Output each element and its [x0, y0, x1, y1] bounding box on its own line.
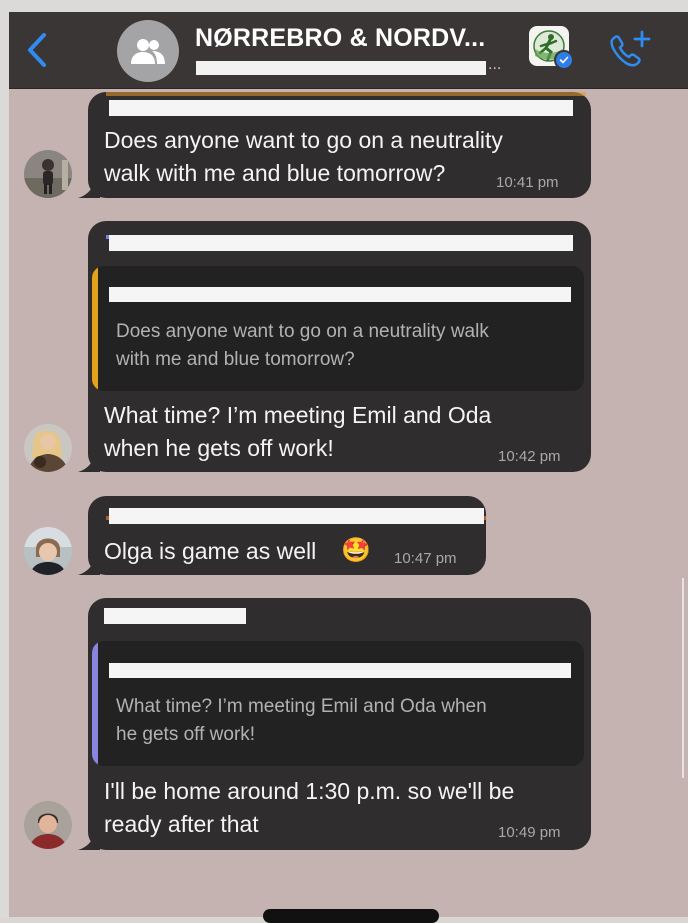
message-text: Olga is game as well — [104, 538, 317, 564]
group-title[interactable]: NØRREBRO & NORDV... — [195, 24, 485, 53]
scroll-indicator[interactable] — [682, 578, 684, 778]
quote-accent-bar — [92, 266, 98, 391]
quoted-sender-redacted — [109, 287, 571, 302]
sender-name-redacted — [109, 508, 484, 524]
subtitle-redacted — [196, 61, 486, 75]
message-text-line2: when he gets off work! — [104, 435, 334, 461]
emoji-star-struck-icon: 🤩 — [341, 537, 371, 564]
profile-photo-icon — [24, 527, 72, 575]
quoted-text-line2: he gets off work! — [116, 724, 256, 745]
quoted-message[interactable]: Does anyone want to go on a neutrality w… — [92, 266, 584, 391]
subtitle-ellipsis: ... — [488, 56, 502, 73]
message-timestamp: 10:49 pm — [498, 824, 561, 841]
message-text-line1: I'll be home around 1:30 p.m. so we'll b… — [104, 778, 515, 804]
sender-name-fragment — [106, 92, 586, 96]
message-timestamp: 10:42 pm — [498, 448, 561, 465]
quoted-message[interactable]: What time? I’m meeting Emil and Oda when… — [92, 641, 584, 766]
back-button[interactable] — [23, 30, 53, 70]
sender-name-redacted — [109, 235, 573, 251]
verified-badge-icon — [554, 50, 574, 70]
quote-accent-bar — [92, 641, 98, 766]
message-text-line1: What time? I’m meeting Emil and Oda — [104, 402, 492, 428]
message-text-line2: ready after that — [104, 811, 259, 837]
message-text-line1: Does anyone want to go on a neutrality — [104, 127, 503, 153]
group-avatar[interactable] — [117, 20, 179, 82]
sender-name-redacted — [109, 100, 573, 116]
chat-header: NØRREBRO & NORDV... ... — [9, 12, 688, 89]
phone-plus-icon — [610, 30, 651, 67]
avatar-sender-1[interactable] — [24, 150, 72, 198]
quoted-text-line1: Does anyone want to go on a neutrality w… — [116, 321, 489, 342]
chevron-left-icon — [28, 33, 46, 67]
message-bubble-4[interactable]: What time? I’m meeting Emil and Oda when… — [88, 598, 591, 850]
message-text-line2: walk with me and blue tomorrow? — [104, 160, 446, 186]
people-icon — [131, 39, 165, 64]
profile-photo-icon — [24, 150, 72, 198]
sender-name-redacted — [104, 608, 246, 624]
message-timestamp: 10:47 pm — [394, 550, 457, 567]
message-bubble-2[interactable]: Does anyone want to go on a neutrality w… — [88, 221, 591, 472]
quoted-sender-redacted — [109, 663, 571, 678]
avatar-sender-4[interactable] — [24, 801, 72, 849]
avatar-sender-3[interactable] — [24, 527, 72, 575]
message-bubble-3[interactable]: Olga is game as well 🤩 10:47 pm — [88, 496, 486, 575]
avatar-sender-2[interactable] — [24, 424, 72, 472]
profile-photo-icon — [24, 424, 72, 472]
quoted-text-line2: with me and blue tomorrow? — [116, 349, 355, 370]
frame-left — [0, 0, 9, 917]
home-indicator[interactable] — [263, 909, 439, 923]
frame-top — [0, 0, 688, 12]
message-bubble-1[interactable]: Does anyone want to go on a neutrality w… — [88, 92, 591, 198]
message-timestamp: 10:41 pm — [496, 174, 559, 191]
quoted-text-line1: What time? I’m meeting Emil and Oda when — [116, 696, 487, 717]
profile-photo-icon — [24, 801, 72, 849]
add-call-button[interactable] — [607, 30, 653, 70]
